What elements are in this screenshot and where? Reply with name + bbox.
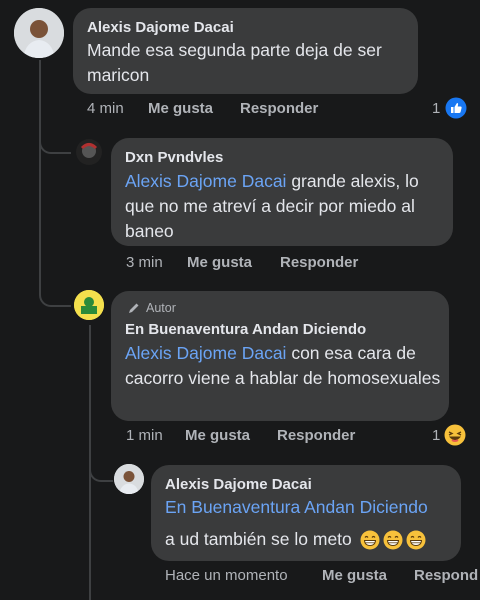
comment-time[interactable]: 1 min [126, 427, 163, 444]
comment-text: Mande esa segunda parte deja de ser mari… [87, 40, 382, 85]
mention-link[interactable]: Alexis Dajome Dacai [125, 171, 286, 191]
avatar-dxn[interactable] [76, 139, 102, 165]
comment-time[interactable]: 3 min [126, 254, 163, 271]
reply-button[interactable]: Responder [277, 427, 355, 444]
comment-text: a ud también se lo meto [165, 527, 455, 552]
grin-icon [406, 530, 426, 549]
avatar-alexis[interactable] [14, 8, 64, 58]
reply-button[interactable]: Responder [240, 100, 318, 117]
author-badge: Autor [127, 301, 176, 315]
comment-author[interactable]: En Buenaventura Andan Diciendo [125, 321, 366, 338]
like-button[interactable]: Me gusta [148, 100, 213, 117]
grin-icon [383, 530, 403, 549]
comment-bubble[interactable]: Autor En Buenaventura Andan Diciendo Ale… [111, 291, 449, 421]
reaction-count[interactable]: 1 [432, 100, 440, 117]
thread-connector-reply-1 [39, 120, 71, 154]
reply-button[interactable]: Responder [280, 254, 358, 271]
comment-bubble[interactable]: Alexis Dajome Dacai En Buenaventura Anda… [151, 465, 461, 561]
grin-icon [360, 530, 380, 549]
like-icon[interactable] [445, 97, 467, 119]
mention-link[interactable]: Alexis Dajome Dacai [125, 343, 286, 363]
comment-time[interactable]: Hace un momento [165, 567, 288, 584]
comment-author[interactable]: Alexis Dajome Dacai [165, 476, 312, 493]
like-button[interactable]: Me gusta [322, 567, 387, 584]
avatar-page[interactable] [74, 290, 104, 320]
comment-bubble[interactable]: Alexis Dajome Dacai Mande esa segunda pa… [73, 8, 418, 94]
comment-text: Alexis Dajome Dacai grande alexis, lo qu… [125, 171, 419, 241]
avatar-alexis[interactable] [114, 464, 144, 494]
mention-link[interactable]: En Buenaventura Andan Diciendo [165, 495, 455, 520]
comment-time[interactable]: 4 min [87, 100, 124, 117]
thread-connector-reply-2 [39, 260, 71, 307]
thread-connector-reply-3 [89, 440, 113, 482]
like-button[interactable]: Me gusta [185, 427, 250, 444]
like-button[interactable]: Me gusta [187, 254, 252, 271]
comment-bubble[interactable]: Dxn Pvndvles Alexis Dajome Dacai grande … [111, 138, 453, 246]
reaction-count[interactable]: 1 [432, 427, 440, 444]
comment-text: Alexis Dajome Dacai con esa cara de caco… [125, 343, 441, 388]
comment-author[interactable]: Dxn Pvndvles [125, 149, 223, 166]
comment-author[interactable]: Alexis Dajome Dacai [87, 19, 234, 36]
reply-button[interactable]: Respond [414, 567, 478, 584]
pencil-icon [129, 303, 139, 313]
haha-icon[interactable] [444, 424, 466, 446]
